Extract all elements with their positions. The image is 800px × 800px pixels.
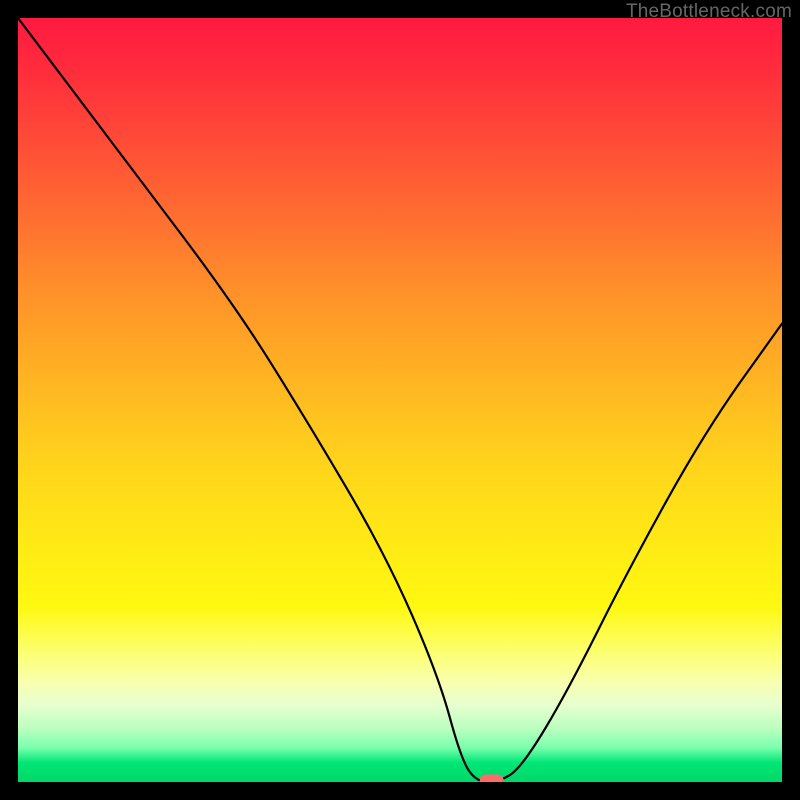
watermark-text: TheBottleneck.com <box>626 1 792 23</box>
plot-area <box>18 18 782 782</box>
optimal-point-marker <box>480 775 504 783</box>
chart-frame: TheBottleneck.com <box>0 0 800 800</box>
bottleneck-curve-path <box>18 18 782 782</box>
chart-svg <box>18 18 782 782</box>
